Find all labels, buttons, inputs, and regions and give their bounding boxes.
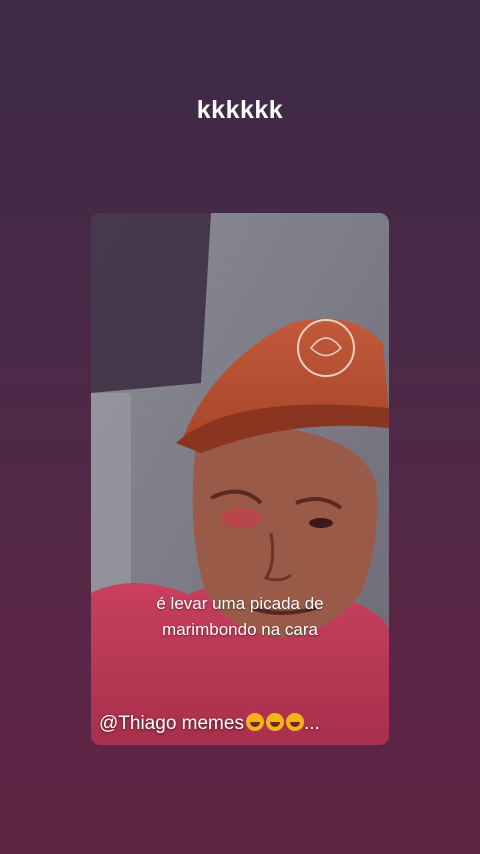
credit-text: @Thiago memes...	[99, 713, 320, 735]
rolling-on-floor-laughing-icon	[285, 713, 304, 731]
caption-line-2: marimbondo na cara	[162, 620, 318, 639]
rolling-on-floor-laughing-icon	[245, 713, 264, 731]
media-card[interactable]: é levar uma picada de marimbondo na cara…	[91, 213, 389, 745]
story-text: kkkkkk	[196, 96, 284, 124]
rolling-on-floor-laughing-icon	[265, 713, 284, 731]
credit-handle: @Thiago memes	[99, 713, 244, 734]
caption-line-1: é levar uma picada de	[156, 594, 324, 613]
credit-ellipsis: ...	[303, 713, 320, 734]
selfie-photo	[91, 213, 389, 745]
